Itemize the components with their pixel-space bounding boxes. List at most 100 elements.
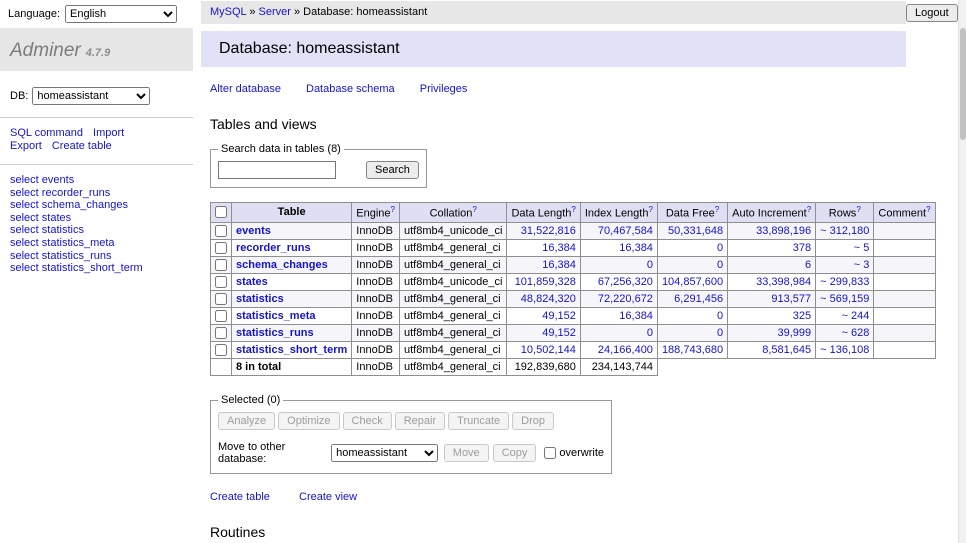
analyze-button[interactable]: Analyze (218, 412, 275, 430)
search-input[interactable] (218, 161, 336, 179)
row-checkbox-cell (211, 325, 232, 342)
create-link-create-view[interactable]: Create view (299, 491, 357, 503)
column-help-link[interactable]: ? (571, 205, 575, 214)
language-select[interactable]: English (65, 5, 177, 23)
row-checkbox[interactable] (215, 276, 227, 288)
rows-count-link[interactable]: ~ 5 (854, 242, 870, 254)
index-length-cell: 24,166,400 (580, 342, 657, 359)
total-collation-cell: utf8mb4_general_ci (400, 359, 507, 376)
table-link-statistics_short_term[interactable]: statistics_short_term (236, 344, 347, 356)
column-help-link[interactable]: ? (926, 205, 930, 214)
nav-link-database-schema[interactable]: Database schema (306, 83, 395, 95)
table-link-states[interactable]: states (236, 276, 268, 288)
breadcrumb: MySQL » Server » Database: homeassistant (201, 1, 906, 24)
select-all-checkbox[interactable] (215, 206, 227, 218)
column-help-link[interactable]: ? (472, 205, 476, 214)
data-length-cell: 31,522,816 (507, 222, 580, 239)
table-link-statistics_meta[interactable]: statistics_meta (236, 310, 316, 322)
search-button[interactable]: Search (366, 161, 419, 179)
rows-count-link[interactable]: ~ 569,159 (820, 293, 869, 305)
copy-button[interactable]: Copy (493, 444, 537, 462)
column-header-comment: Comment? (874, 203, 935, 223)
truncate-button[interactable]: Truncate (448, 412, 509, 430)
sidebar-select-schema-changes[interactable]: select schema_changes (10, 199, 183, 212)
db-nav-links: Alter database Database schema Privilege… (210, 83, 906, 95)
logout-button[interactable]: Logout (906, 4, 958, 22)
overwrite-checkbox[interactable] (544, 447, 556, 459)
sidebar-select-statistics-meta[interactable]: select statistics_meta (10, 237, 183, 250)
table-link-statistics[interactable]: statistics (236, 293, 284, 305)
sidebar-action-sql-command[interactable]: SQL command (10, 127, 83, 139)
nav-link-alter-database[interactable]: Alter database (210, 83, 281, 95)
comment-cell (874, 256, 935, 273)
sidebar-action-export[interactable]: Export (10, 140, 42, 152)
rows-count-link[interactable]: ~ 244 (842, 310, 870, 322)
row-checkbox[interactable] (215, 327, 227, 339)
rows-count-link[interactable]: ~ 312,180 (820, 225, 869, 237)
total-engine-cell: InnoDB (352, 359, 400, 376)
sidebar-select-states[interactable]: select states (10, 212, 183, 225)
rows-count-link[interactable]: ~ 299,833 (820, 276, 869, 288)
rows-count-link[interactable]: ~ 136,108 (820, 344, 869, 356)
data-free-cell: 104,857,600 (657, 273, 727, 290)
sidebar-select-statistics[interactable]: select statistics (10, 224, 183, 237)
table-row-statistics_runs: statistics_runsInnoDButf8mb4_general_ci4… (211, 325, 936, 342)
app-version: 4.7.9 (86, 47, 110, 59)
row-checkbox[interactable] (215, 310, 227, 322)
column-help-link[interactable]: ? (807, 205, 811, 214)
data-length-cell: 49,152 (507, 308, 580, 325)
rows-count-link[interactable]: ~ 3 (854, 259, 870, 271)
repair-button[interactable]: Repair (395, 412, 445, 430)
column-help-link[interactable]: ? (648, 205, 652, 214)
column-help-link[interactable]: ? (391, 205, 395, 214)
data-length-cell: 16,384 (507, 256, 580, 273)
table-body: eventsInnoDButf8mb4_unicode_ci31,522,816… (211, 222, 936, 376)
db-label: DB: (10, 90, 28, 102)
sidebar-table-links: select eventsselect recorder_runsselect … (0, 165, 193, 284)
move-db-select[interactable]: homeassistant (331, 444, 438, 462)
rows-count-cell: ~ 244 (816, 308, 874, 325)
data-length-cell: 10,502,144 (507, 342, 580, 359)
logout-area: Logout (906, 0, 966, 22)
table-link-schema_changes[interactable]: schema_changes (236, 259, 328, 271)
selected-fieldset: Selected (0) AnalyzeOptimizeCheckRepairT… (210, 394, 612, 474)
db-select[interactable]: homeassistant (32, 87, 150, 105)
column-header-auto-increment: Auto Increment? (728, 203, 816, 223)
column-help-link[interactable]: ? (856, 205, 860, 214)
row-checkbox[interactable] (215, 225, 227, 237)
selected-legend: Selected (0) (218, 394, 283, 406)
sidebar-select-statistics-runs[interactable]: select statistics_runs (10, 250, 183, 263)
scrollbar-thumb[interactable] (960, 28, 966, 140)
row-checkbox[interactable] (215, 293, 227, 305)
rows-count-link[interactable]: ~ 628 (842, 327, 870, 339)
column-header-table: Table (232, 203, 352, 223)
breadcrumb-link-server[interactable]: Server (259, 6, 291, 18)
table-link-statistics_runs[interactable]: statistics_runs (236, 327, 314, 339)
table-name-cell: schema_changes (232, 256, 352, 273)
move-label: Move to other database: (218, 441, 325, 465)
column-help-link[interactable]: ? (715, 205, 719, 214)
row-checkbox[interactable] (215, 242, 227, 254)
comment-cell (874, 325, 935, 342)
sidebar-action-import[interactable]: Import (93, 127, 124, 139)
breadcrumb-separator: » (291, 6, 303, 18)
table-name-cell: states (232, 273, 352, 290)
sidebar-select-recorder-runs[interactable]: select recorder_runs (10, 187, 183, 200)
sidebar-action-create-table[interactable]: Create table (52, 140, 112, 152)
optimize-button[interactable]: Optimize (278, 412, 339, 430)
vertical-scrollbar[interactable] (958, 0, 966, 543)
row-checkbox-cell (211, 273, 232, 290)
drop-button[interactable]: Drop (512, 412, 554, 430)
sidebar-select-statistics-short-term[interactable]: select statistics_short_term (10, 262, 183, 275)
move-button[interactable]: Move (444, 444, 489, 462)
table-link-events[interactable]: events (236, 225, 271, 237)
row-checkbox[interactable] (215, 259, 227, 271)
row-checkbox[interactable] (215, 344, 227, 356)
app-title-block: Adminer4.7.9 (0, 28, 193, 71)
breadcrumb-link-mysql[interactable]: MySQL (210, 6, 246, 18)
nav-link-privileges[interactable]: Privileges (420, 83, 468, 95)
create-link-create-table[interactable]: Create table (210, 491, 270, 503)
sidebar-select-events[interactable]: select events (10, 174, 183, 187)
table-link-recorder_runs[interactable]: recorder_runs (236, 242, 311, 254)
check-button[interactable]: Check (343, 412, 392, 430)
